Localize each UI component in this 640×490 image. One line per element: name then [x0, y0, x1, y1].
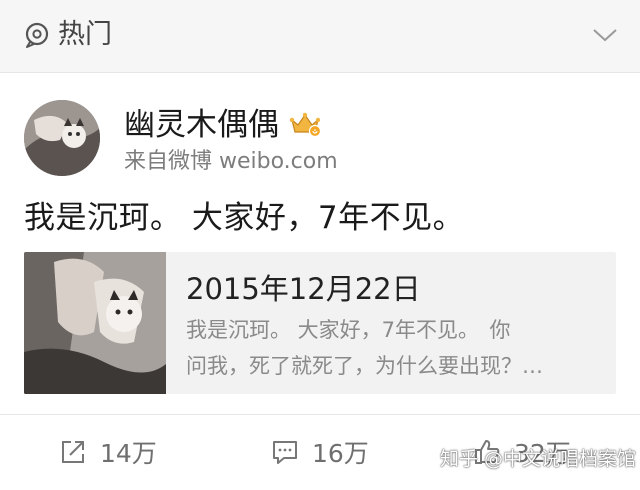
- hands-cat-photo: [24, 252, 166, 394]
- comment-button[interactable]: 16万: [270, 432, 369, 472]
- hot-section-header[interactable]: 热门: [0, 0, 640, 73]
- share-count: 14万: [100, 439, 157, 468]
- zhihu-watermark: 知乎 @中文说唱档案馆: [440, 448, 637, 470]
- comment-count: 16万: [312, 439, 369, 468]
- share-icon: [58, 437, 88, 467]
- post-username[interactable]: 幽灵木偶偶: [124, 106, 279, 144]
- action-bar-divider: [0, 414, 640, 415]
- quoted-post-excerpt-line1: 我是沉珂。 大家好，7年不见。 你: [186, 318, 511, 342]
- hot-section-title: 热门: [58, 19, 112, 50]
- comment-icon: [270, 437, 300, 467]
- post-source: 来自微博 weibo.com: [124, 149, 338, 174]
- post-body-text: 我是沉珂。 大家好，7年不见。: [24, 200, 465, 236]
- weibo-post-screen: 热门 幽灵木偶偶 来自微博 weibo.com 我是沉珂。 大家好，7年不见。 …: [0, 0, 640, 490]
- quoted-post-date: 2015年12月22日: [186, 272, 421, 306]
- quoted-post-excerpt-line2: 问我，死了就死了，为什么要出现？…: [186, 354, 543, 378]
- avatar[interactable]: [24, 100, 100, 176]
- hot-location-icon: [24, 22, 50, 48]
- share-button[interactable]: 14万: [58, 432, 157, 472]
- quoted-post-card[interactable]: 2015年12月22日 我是沉珂。 大家好，7年不见。 你 问我，死了就死了，为…: [24, 252, 616, 394]
- vip-crown-icon: [289, 110, 322, 138]
- chevron-down-icon[interactable]: [592, 26, 618, 44]
